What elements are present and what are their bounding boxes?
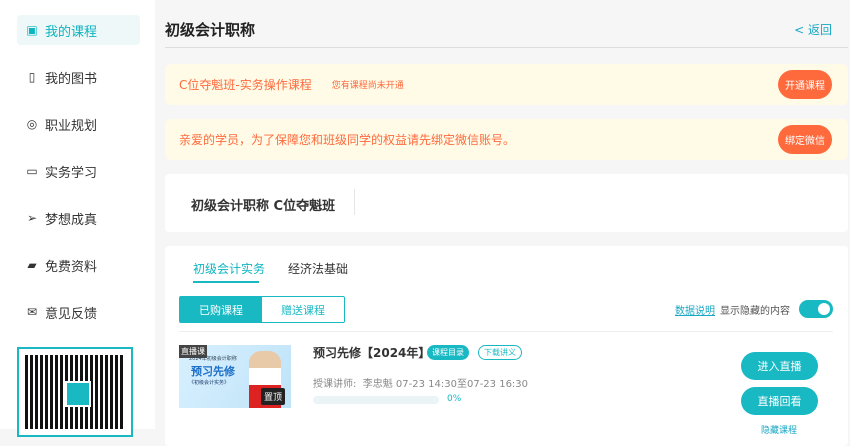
hide-course-link[interactable]: 隐藏课程 xyxy=(761,423,797,436)
sidebar-item-career[interactable]: ◎ 职业规划 xyxy=(17,109,140,139)
course-catalog-tag[interactable]: 课程目录 xyxy=(427,345,469,360)
segment-gifted[interactable]: 赠送课程 xyxy=(262,297,344,322)
course-card: 初级会计实务 经济法基础 已购课程 赠送课程 数据说明 显示隐藏的内容 直播课 … xyxy=(165,246,848,446)
download-notes-tag[interactable]: 下载讲义 xyxy=(478,345,522,360)
sidebar-item-feedback[interactable]: ✉ 意见反馈 xyxy=(17,297,140,327)
pin-badge: 置顶 xyxy=(261,388,286,405)
mail-icon: ✉ xyxy=(26,305,38,319)
monitor-icon: ▭ xyxy=(26,164,38,178)
wechat-banner: 亲爱的学员，为了保障您和班级同学的权益请先绑定微信账号。 绑定微信 xyxy=(165,119,848,160)
data-info-link[interactable]: 数据说明 xyxy=(675,302,715,317)
sidebar-item-practice[interactable]: ▭ 实务学习 xyxy=(17,156,140,186)
course-type-toggle: 已购课程 赠送课程 xyxy=(179,296,345,323)
tab-economic-law[interactable]: 经济法基础 xyxy=(288,260,348,277)
sidebar-item-dream[interactable]: ➢ 梦想成真 xyxy=(17,203,140,233)
show-hidden-toggle[interactable] xyxy=(799,300,833,318)
class-card: 初级会计职称 C位夺魁班 xyxy=(165,174,848,232)
activation-banner: C位夺魁班-实务操作课程 您有课程尚未开通 开通课程 xyxy=(165,64,848,105)
course-thumbnail[interactable]: 直播课 2024年初级会计职称 预习先修 《初级会计实务》 置顶 xyxy=(179,345,291,408)
sidebar-item-my-courses[interactable]: ▣ 我的课程 xyxy=(17,15,140,45)
compass-icon: ◎ xyxy=(26,117,38,131)
sidebar-item-free-materials[interactable]: ▰ 免费资料 xyxy=(17,250,140,280)
segment-purchased[interactable]: 已购课程 xyxy=(180,297,262,322)
send-icon: ➢ xyxy=(26,211,38,225)
class-title: 初级会计职称 C位夺魁班 xyxy=(191,199,336,214)
progress-bar xyxy=(313,396,439,404)
course-teacher: 授课讲师: 李忠魁 07-23 14:30至07-23 16:30 xyxy=(313,379,529,390)
sidebar-item-my-books[interactable]: ▯ 我的图书 xyxy=(17,62,140,92)
qr-code xyxy=(17,347,133,437)
activate-course-button[interactable]: 开通课程 xyxy=(778,70,832,99)
live-replay-button[interactable]: 直播回看 xyxy=(741,387,818,415)
course-title: 预习先修【2024年】 xyxy=(313,346,431,360)
tab-accounting[interactable]: 初级会计实务 xyxy=(193,260,265,277)
progress-label: 0% xyxy=(447,394,462,404)
bookmark-icon: ▣ xyxy=(26,23,38,37)
show-hidden-label: 显示隐藏的内容 xyxy=(720,306,790,317)
divider xyxy=(165,47,848,48)
page-title: 初级会计职称 xyxy=(165,21,256,39)
folder-icon: ▰ xyxy=(27,258,37,272)
sidebar: ▣ 我的课程 ▯ 我的图书 ◎ 职业规划 ▭ 实务学习 ➢ 梦想成真 ▰ 免费资料 ✉ 意见反… xyxy=(0,0,155,437)
enter-live-button[interactable]: 进入直播 xyxy=(741,352,818,380)
book-icon: ▯ xyxy=(28,70,36,84)
bind-wechat-button[interactable]: 绑定微信 xyxy=(778,125,832,154)
back-link[interactable]: < 返回 xyxy=(794,21,832,38)
